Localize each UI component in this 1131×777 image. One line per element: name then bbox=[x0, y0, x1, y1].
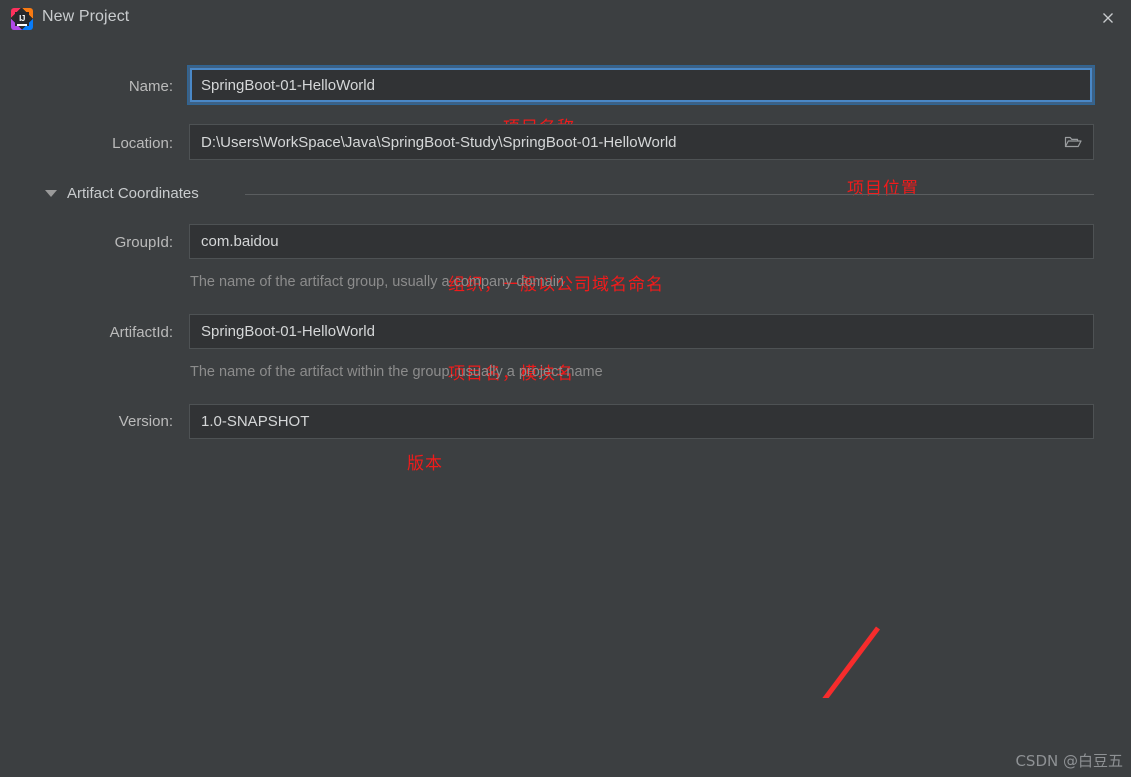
location-label: Location: bbox=[112, 135, 173, 152]
close-icon[interactable] bbox=[1085, 0, 1131, 36]
chevron-down-icon bbox=[45, 190, 57, 197]
groupid-label: GroupId: bbox=[114, 234, 173, 251]
artifactid-input[interactable]: SpringBoot-01-HelloWorld bbox=[189, 314, 1094, 349]
groupid-helper-text: The name of the artifact group, usually … bbox=[190, 274, 564, 290]
artifactid-label: ArtifactId: bbox=[109, 324, 173, 341]
name-input[interactable]: SpringBoot-01-HelloWorld bbox=[188, 66, 1094, 104]
intellij-idea-logo-icon: IJ bbox=[11, 8, 33, 30]
project-settings-form: Name: SpringBoot-01-HelloWorld 项目名称 Loca… bbox=[0, 38, 1131, 698]
csdn-watermark: CSDN @白豆五 bbox=[1015, 752, 1123, 770]
annotation-location: 项目位置 bbox=[847, 179, 919, 199]
location-input-value: D:\Users\WorkSpace\Java\SpringBoot-Study… bbox=[201, 133, 677, 151]
artifact-coordinates-title: Artifact Coordinates bbox=[67, 185, 199, 202]
annotation-version: 版本 bbox=[407, 454, 443, 474]
dialog-button-bar: Previous Finish Cancel Help CSDN @白豆五 bbox=[0, 698, 1131, 777]
version-input[interactable]: 1.0-SNAPSHOT bbox=[189, 404, 1094, 439]
name-label: Name: bbox=[128, 78, 173, 95]
folder-open-icon[interactable] bbox=[1064, 134, 1082, 150]
groupid-input[interactable]: com.baidou bbox=[189, 224, 1094, 259]
window-title: New Project bbox=[42, 8, 130, 25]
version-label: Version: bbox=[118, 413, 173, 430]
artifact-coordinates-section-header[interactable]: Artifact Coordinates bbox=[45, 185, 199, 202]
section-divider bbox=[245, 194, 1094, 195]
artifactid-helper-text: The name of the artifact within the grou… bbox=[190, 364, 603, 380]
location-input[interactable]: D:\Users\WorkSpace\Java\SpringBoot-Study… bbox=[189, 124, 1094, 160]
title-bar: IJ New Project bbox=[0, 0, 1131, 38]
